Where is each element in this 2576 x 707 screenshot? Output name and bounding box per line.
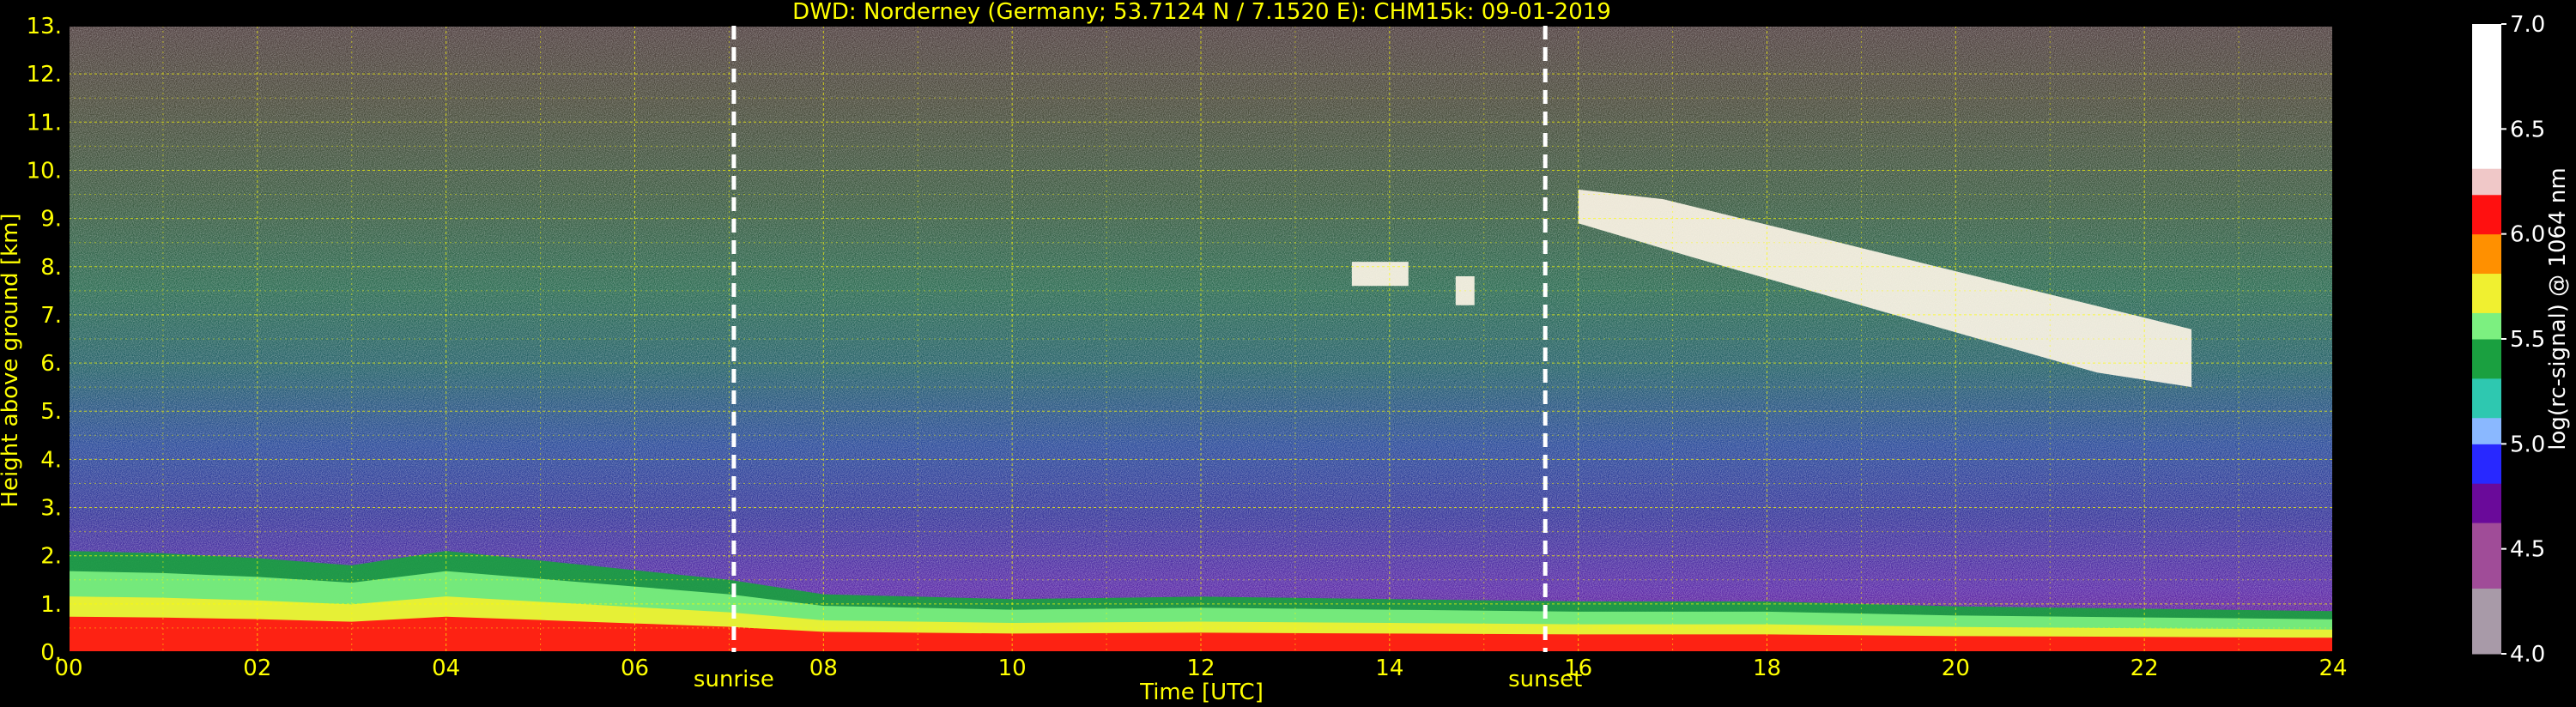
colorbar-segment (2472, 37, 2501, 51)
y-tick-label: 12. (27, 62, 62, 88)
y-tick-label: 4. (40, 447, 62, 473)
colorbar-segment (2472, 575, 2501, 589)
colorbar-segment (2472, 246, 2501, 261)
y-axis-ticks: 0. 1. 2. 3. 4. 5. 6. 7. 8. 9. 10. 11. 12. 13. (27, 14, 62, 666)
colorbar-tick-label: 4.0 (2510, 642, 2545, 668)
colorbar-segment (2472, 601, 2501, 615)
colorbar-label: log(rc-signal) @ 1064 nm (2545, 167, 2571, 450)
colorbar-tick-label: 7.0 (2510, 12, 2545, 38)
colorbar-segment (2472, 312, 2501, 327)
colorbar-segment (2472, 640, 2501, 655)
y-axis-label: Height above ground [km] (0, 213, 23, 507)
colorbar-segment (2472, 444, 2501, 458)
colorbar-segment (2472, 260, 2501, 275)
colorbar-segment (2472, 76, 2501, 90)
x-tick-label: 16 (1564, 656, 1592, 681)
y-tick-label: 6. (40, 351, 62, 377)
x-tick-label: 22 (2131, 656, 2159, 681)
colorbar-segment (2472, 299, 2501, 313)
colorbar-segment (2472, 523, 2501, 536)
y-tick-label: 8. (40, 255, 62, 281)
colorbar-segment (2472, 181, 2501, 196)
colorbar-tick-label: 5.0 (2510, 432, 2545, 457)
colorbar-segment (2472, 168, 2501, 182)
colorbar-segment (2472, 627, 2501, 642)
colorbar-segment (2472, 469, 2501, 484)
chart-title: DWD: Norderney (Germany; 53.7124 N / 7.1… (792, 0, 1611, 25)
colorbar-segment (2472, 548, 2501, 563)
x-axis-ticks: 00 02 04 06 08 10 12 14 16 18 20 22 24 (54, 656, 2347, 681)
sunrise-label: sunrise (694, 667, 774, 692)
colorbar-segment (2472, 116, 2501, 130)
x-tick-label: 02 (243, 656, 271, 681)
colorbar-tick-label: 4.5 (2510, 537, 2545, 563)
colorbar-tick-label: 6.5 (2510, 117, 2545, 142)
colorbar-segment (2472, 221, 2501, 235)
colorbar-segment (2472, 378, 2501, 392)
x-tick-label: 04 (432, 656, 460, 681)
y-tick-label: 7. (40, 303, 62, 329)
colorbar-segment (2472, 588, 2501, 602)
colorbar-segment (2472, 194, 2501, 208)
cloud-layer-0 (1351, 262, 1409, 287)
colorbar-segment (2472, 456, 2501, 471)
colorbar-segment (2472, 561, 2501, 576)
colorbar-segment (2472, 233, 2501, 248)
colorbar (2472, 24, 2501, 655)
x-tick-label: 08 (809, 656, 838, 681)
colorbar-segment (2472, 24, 2501, 38)
colorbar-segment (2472, 535, 2501, 550)
x-tick-label: 14 (1375, 656, 1403, 681)
y-tick-label: 11. (27, 110, 62, 136)
y-tick-label: 2. (40, 544, 62, 570)
colorbar-segment (2472, 417, 2501, 432)
x-tick-label: 06 (621, 656, 649, 681)
ceilometer-chart: sunrise sunset 00 02 04 06 08 10 12 14 16 18 20 22 24… (0, 0, 2571, 705)
colorbar-segment (2472, 325, 2501, 340)
y-tick-label: 9. (40, 207, 62, 233)
colorbar-tick-label: 5.5 (2510, 327, 2545, 353)
colorbar-segment (2472, 352, 2501, 366)
y-tick-label: 3. (40, 496, 62, 522)
colorbar-segment (2472, 509, 2501, 523)
colorbar-segment (2472, 154, 2501, 169)
colorbar-segment (2472, 208, 2501, 221)
colorbar-segment (2472, 63, 2501, 77)
y-tick-label: 0. (40, 640, 62, 666)
y-tick-label: 13. (27, 14, 62, 39)
colorbar-segment (2472, 273, 2501, 287)
x-tick-label: 18 (1753, 656, 1781, 681)
colorbar-segment (2472, 365, 2501, 379)
colorbar-ticks: 4.0 4.5 5.0 5.5 6.0 6.5 7.0 (2501, 12, 2545, 668)
y-tick-label: 1. (40, 592, 62, 618)
colorbar-segment (2472, 483, 2501, 497)
colorbar-segment (2472, 339, 2501, 353)
colorbar-segment (2472, 142, 2501, 156)
colorbar-segment (2472, 391, 2501, 405)
x-tick-label: 20 (1942, 656, 1970, 681)
colorbar-segment (2472, 50, 2501, 64)
colorbar-tick-label: 6.0 (2510, 222, 2545, 248)
colorbar-segment (2472, 129, 2501, 143)
colorbar-segment (2472, 496, 2501, 511)
x-axis-label: Time [UTC] (1139, 680, 1264, 705)
colorbar-segment (2472, 431, 2501, 444)
colorbar-segment (2472, 286, 2501, 300)
y-tick-label: 10. (27, 158, 62, 184)
y-tick-label: 5. (40, 399, 62, 425)
x-tick-label: 10 (998, 656, 1027, 681)
colorbar-segment (2472, 89, 2501, 104)
colorbar-segment (2472, 404, 2501, 419)
x-tick-label: 24 (2318, 656, 2347, 681)
colorbar-segment (2472, 614, 2501, 628)
x-tick-label: 12 (1186, 656, 1215, 681)
colorbar-segment (2472, 102, 2501, 117)
